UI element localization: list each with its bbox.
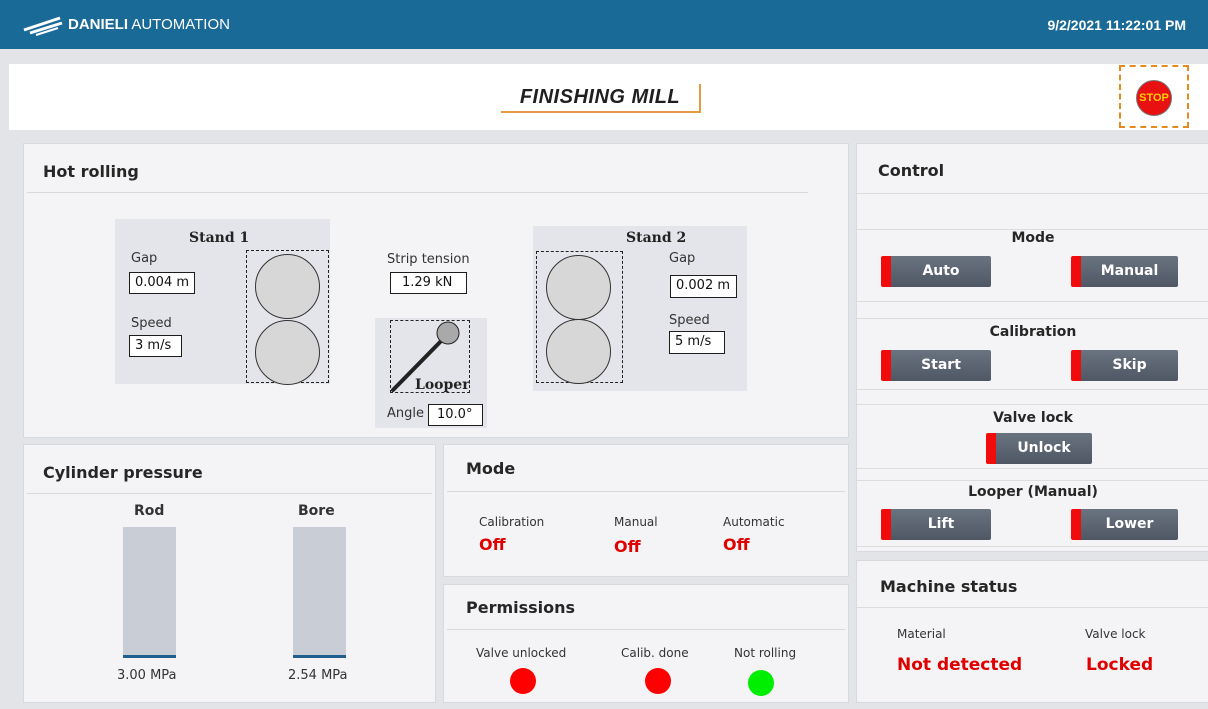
calibration-skip-button[interactable]: Skip — [1071, 350, 1178, 381]
stand-2-speed-label: Speed — [669, 313, 710, 328]
rod-bar-fill — [123, 655, 176, 658]
skip-button-label: Skip — [1112, 357, 1147, 373]
material-value: Not detected — [897, 655, 1023, 675]
title-bar: FINISHING MILL STOP — [9, 64, 1208, 130]
stand-2-gap-label: Gap — [669, 251, 696, 266]
angle-label: Angle — [387, 406, 424, 421]
stand-2-rolls — [536, 251, 623, 384]
divider — [857, 318, 1208, 319]
datetime: 9/2/2021 11:22:01 PM — [1047, 17, 1186, 33]
danieli-logo-icon — [23, 16, 63, 36]
unlock-button[interactable]: Unlock — [986, 433, 1092, 464]
panel-title: Mode — [466, 459, 516, 478]
perm-not-rolling-label: Not rolling — [734, 646, 797, 660]
lower-roll-icon — [255, 320, 320, 385]
stop-frame: STOP — [1119, 65, 1189, 128]
valve-lock-title: Valve lock — [993, 410, 1073, 426]
divider — [857, 546, 1208, 547]
lower-roll-icon — [546, 319, 611, 384]
rod-value: 3.00 MPa — [117, 668, 177, 683]
divider — [857, 480, 1208, 481]
upper-roll-icon — [255, 254, 320, 319]
mode-calibration-label: Calibration — [479, 515, 545, 529]
upper-roll-icon — [546, 255, 611, 320]
auto-button[interactable]: Auto — [881, 256, 991, 287]
bore-label: Bore — [298, 503, 335, 519]
divider — [27, 493, 432, 494]
unlock-button-label: Unlock — [1017, 440, 1071, 456]
panel-title: Hot rolling — [43, 162, 139, 181]
perm-calib-done-label: Calib. done — [621, 646, 689, 660]
mode-calibration-state: Off — [479, 535, 506, 554]
divider — [857, 404, 1208, 405]
mode-manual-label: Manual — [614, 515, 658, 529]
angle-value: 10.0° — [428, 404, 483, 426]
mode-panel: Mode Calibration Off Manual Off Automati… — [443, 444, 849, 577]
looper-lower-button[interactable]: Lower — [1071, 509, 1178, 540]
divider — [857, 389, 1208, 390]
manual-button-label: Manual — [1100, 263, 1159, 279]
stand-1-speed-label: Speed — [131, 316, 172, 331]
material-label: Material — [897, 627, 946, 641]
cylinder-pressure-panel: Cylinder pressure Rod 3.00 MPa Bore 2.54… — [23, 444, 436, 703]
divider — [857, 301, 1208, 302]
stand-2-speed-value: 5 m/s — [669, 331, 725, 354]
control-panel: Control Mode Auto Manual Calibration Sta… — [856, 143, 1208, 552]
divider — [447, 629, 845, 630]
perm-calib-done-indicator — [645, 668, 671, 694]
looper-lift-button[interactable]: Lift — [881, 509, 991, 540]
stand-1-speed-value: 3 m/s — [129, 335, 182, 357]
manual-button[interactable]: Manual — [1071, 256, 1178, 287]
divider — [857, 468, 1208, 469]
valve-lock-status-label: Valve lock — [1085, 627, 1146, 641]
page-title: FINISHING MILL — [501, 84, 701, 113]
mode-automatic-state: Off — [723, 535, 750, 554]
divider — [857, 607, 1208, 608]
divider — [857, 193, 1208, 194]
divider — [27, 192, 808, 193]
hot-rolling-panel: Hot rolling Stand 1 Gap 0.004 m Speed 3 … — [23, 143, 849, 438]
looper-manual-title: Looper (Manual) — [968, 484, 1098, 500]
stand-1-rolls — [246, 250, 329, 385]
panel-title: Control — [878, 161, 945, 180]
auto-button-label: Auto — [922, 263, 960, 279]
control-mode-title: Mode — [1011, 230, 1055, 246]
mode-automatic-label: Automatic — [723, 515, 785, 529]
panel-title: Machine status — [880, 577, 1018, 596]
permissions-panel: Permissions Valve unlocked Calib. done N… — [443, 584, 849, 703]
calibration-start-button[interactable]: Start — [881, 350, 991, 381]
mode-manual-state: Off — [614, 537, 641, 556]
looper: Looper Angle 10.0° — [375, 318, 487, 428]
lower-button-label: Lower — [1105, 516, 1154, 532]
machine-status-panel: Machine status Material Not detected Val… — [856, 560, 1208, 703]
bore-bar — [293, 527, 346, 658]
rod-label: Rod — [134, 503, 165, 519]
perm-valve-unlocked-indicator — [510, 668, 536, 694]
bore-value: 2.54 MPa — [288, 668, 348, 683]
perm-not-rolling-indicator — [748, 670, 774, 696]
looper-title: Looper — [415, 377, 470, 393]
top-bar: DANIELI AUTOMATION 9/2/2021 11:22:01 PM — [0, 0, 1208, 49]
stand-1-gap-label: Gap — [131, 251, 158, 266]
brand-name: DANIELI AUTOMATION — [68, 16, 230, 33]
stand-2: Stand 2 Gap 0.002 m Speed 5 m/s — [533, 226, 747, 391]
stand-1: Stand 1 Gap 0.004 m Speed 3 m/s — [115, 219, 330, 385]
calibration-title: Calibration — [989, 324, 1077, 340]
divider — [447, 491, 845, 492]
start-button-label: Start — [921, 357, 961, 373]
strip-tension-label: Strip tension — [387, 252, 470, 267]
bore-bar-fill — [293, 655, 346, 658]
stand-1-gap-value: 0.004 m — [129, 272, 195, 294]
strip-tension-value: 1.29 kN — [390, 272, 467, 294]
lift-button-label: Lift — [927, 516, 955, 532]
panel-title: Cylinder pressure — [43, 463, 203, 482]
stand-2-gap-value: 0.002 m — [670, 275, 737, 298]
stand-2-title: Stand 2 — [626, 230, 687, 246]
stop-button[interactable]: STOP — [1136, 80, 1172, 116]
panel-title: Permissions — [466, 598, 576, 617]
valve-lock-status-value: Locked — [1086, 655, 1154, 675]
perm-valve-unlocked-label: Valve unlocked — [476, 646, 567, 660]
stand-1-title: Stand 1 — [189, 230, 250, 246]
rod-bar — [123, 527, 176, 658]
